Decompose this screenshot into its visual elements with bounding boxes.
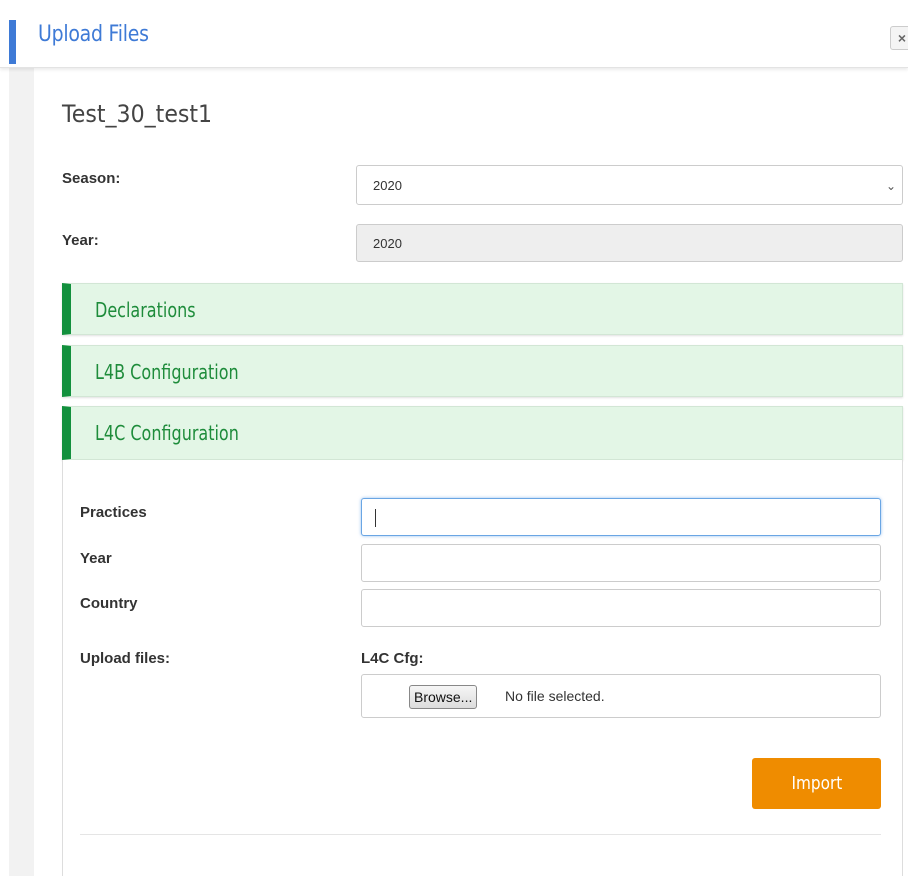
season-select[interactable]: 2020 ⌄ bbox=[356, 165, 903, 205]
accordion-l4c-label: L4C Configuration bbox=[95, 421, 239, 445]
close-icon[interactable]: × bbox=[890, 26, 908, 50]
header-accent-bar bbox=[9, 20, 16, 64]
year-field-label: Year bbox=[80, 550, 112, 567]
practices-label: Practices bbox=[80, 504, 147, 521]
practices-input[interactable] bbox=[361, 498, 881, 536]
country-label: Country bbox=[80, 595, 138, 612]
accordion-declarations-label: Declarations bbox=[95, 298, 196, 322]
chevron-down-icon: ⌄ bbox=[885, 179, 896, 193]
year-readonly-value: 2020 bbox=[373, 236, 402, 251]
year-input[interactable] bbox=[361, 544, 881, 582]
import-button[interactable]: Import bbox=[752, 758, 881, 809]
file-upload-field: Browse... No file selected. bbox=[361, 674, 881, 718]
accordion-l4b-configuration[interactable]: L4B Configuration bbox=[62, 345, 903, 397]
accordion-l4c-configuration[interactable]: L4C Configuration bbox=[62, 406, 903, 460]
import-button-label: Import bbox=[791, 773, 842, 794]
year-readonly-field: 2020 bbox=[356, 224, 903, 262]
upload-files-label: Upload files: bbox=[80, 650, 171, 667]
header-title: Upload Files bbox=[38, 22, 149, 47]
country-input[interactable] bbox=[361, 589, 881, 627]
text-caret bbox=[375, 509, 376, 527]
left-gutter bbox=[9, 68, 34, 876]
no-file-text: No file selected. bbox=[505, 688, 605, 704]
year-label: Year: bbox=[62, 232, 99, 249]
season-label: Season: bbox=[62, 170, 121, 187]
l4c-cfg-label: L4C Cfg: bbox=[361, 650, 424, 667]
accordion-declarations[interactable]: Declarations bbox=[62, 283, 903, 335]
divider bbox=[80, 834, 881, 835]
page-title: Test_30_test1 bbox=[62, 100, 213, 128]
browse-button[interactable]: Browse... bbox=[409, 685, 478, 709]
dialog-header: Upload Files × bbox=[0, 0, 908, 68]
season-select-value: 2020 bbox=[373, 178, 402, 193]
accordion-l4b-label: L4B Configuration bbox=[95, 360, 239, 384]
